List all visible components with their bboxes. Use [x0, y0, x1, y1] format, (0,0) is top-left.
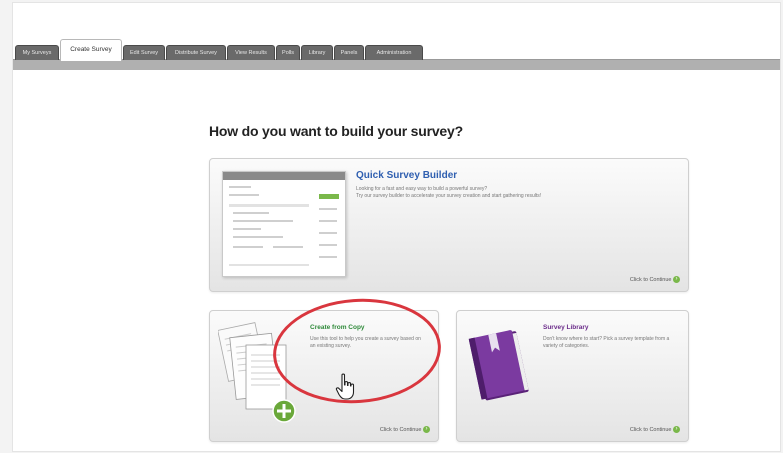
tab-edit-survey[interactable]: Edit Survey — [123, 45, 165, 60]
arrow-right-icon: › — [423, 426, 430, 433]
quick-builder-continue-link[interactable]: Click to Continue › — [630, 276, 680, 283]
survey-library-card[interactable]: Survey Library Don't know where to start… — [456, 310, 689, 442]
continue-label: Click to Continue — [629, 276, 672, 283]
quick-builder-screenshot-thumbnail — [222, 171, 346, 277]
library-book-icon — [468, 330, 529, 401]
tab-create-survey[interactable]: Create Survey — [60, 39, 122, 61]
quick-builder-desc-line-2: Try our survey builder to accelerate you… — [356, 192, 542, 199]
hand-pointer-cursor-icon — [335, 373, 355, 400]
continue-label: Click to Continue — [629, 426, 672, 433]
main-tab-bar: My Surveys Create Survey Edit Survey Dis… — [13, 39, 780, 70]
arrow-right-icon: › — [673, 276, 680, 283]
tab-polls[interactable]: Polls — [276, 45, 300, 60]
tab-panels[interactable]: Panels — [334, 45, 364, 60]
tab-view-results[interactable]: View Results — [227, 45, 275, 60]
create-from-copy-continue-link[interactable]: Click to Continue › — [380, 426, 430, 433]
survey-library-description: Don't know where to start? Pick a survey… — [543, 336, 670, 349]
tab-administration[interactable]: Administration — [365, 45, 423, 60]
quick-survey-builder-description: Looking for a fast and easy way to build… — [356, 186, 666, 199]
app-window: My Surveys Create Survey Edit Survey Dis… — [12, 2, 781, 452]
tab-library[interactable]: Library — [301, 45, 333, 60]
quick-survey-builder-title[interactable]: Quick Survey Builder — [356, 170, 457, 181]
tab-strip — [13, 59, 780, 70]
survey-library-continue-link[interactable]: Click to Continue › — [630, 426, 680, 433]
quick-survey-builder-card[interactable]: Quick Survey Builder Looking for a fast … — [209, 158, 689, 292]
tab-distribute-survey[interactable]: Distribute Survey — [166, 45, 226, 60]
arrow-right-icon: › — [673, 426, 680, 433]
continue-label: Click to Continue — [379, 426, 422, 433]
page-heading: How do you want to build your survey? — [209, 123, 463, 139]
tab-my-surveys[interactable]: My Surveys — [15, 45, 59, 60]
survey-library-title[interactable]: Survey Library — [543, 324, 589, 331]
